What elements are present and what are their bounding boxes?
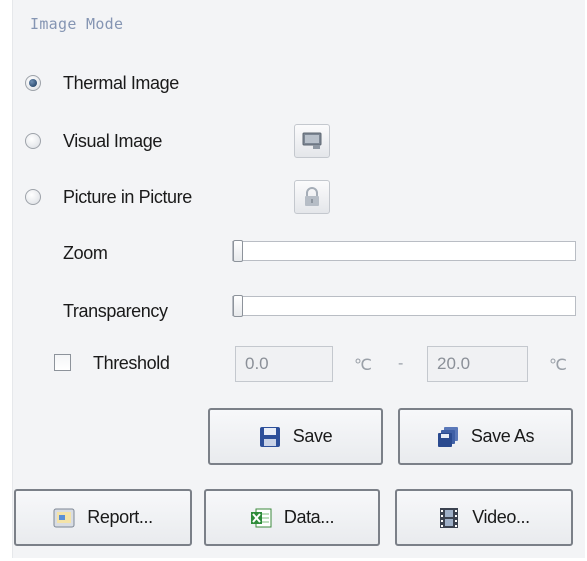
picture-in-picture-settings-button[interactable]	[294, 180, 330, 214]
threshold-label: Threshold	[93, 353, 170, 373]
radio-button[interactable]	[25, 189, 41, 205]
radio-picture-in-picture[interactable]: Picture in Picture	[25, 185, 192, 209]
save-button[interactable]: Save	[208, 408, 383, 465]
group-title: Image Mode	[30, 15, 124, 33]
zoom-label: Zoom	[63, 243, 108, 263]
video-button-label: Video...	[472, 507, 530, 527]
radio-label: Visual Image	[63, 130, 162, 151]
zoom-slider[interactable]	[232, 240, 576, 262]
excel-icon	[250, 508, 272, 527]
report-button-label: Report...	[87, 507, 153, 527]
save-as-button[interactable]: Save As	[398, 408, 573, 465]
radio-label: Thermal Image	[63, 72, 179, 93]
radio-button[interactable]	[25, 133, 41, 149]
radio-thermal-image[interactable]: Thermal Image	[25, 71, 179, 95]
video-button[interactable]: Video...	[395, 489, 573, 546]
data-button[interactable]: Data...	[204, 489, 380, 546]
save-as-button-label: Save As	[470, 426, 535, 446]
zoom-slider-thumb[interactable]	[233, 240, 243, 262]
threshold-min-unit: ℃	[354, 357, 372, 374]
data-button-label: Data...	[283, 507, 335, 527]
threshold-max-unit: ℃	[549, 357, 567, 374]
transparency-label: Transparency	[63, 301, 168, 321]
visual-image-settings-button[interactable]	[294, 124, 330, 158]
save-button-label: Save	[292, 426, 333, 446]
threshold-separator: -	[398, 355, 404, 372]
monitor-icon	[302, 132, 322, 149]
film-strip-icon	[440, 507, 459, 528]
threshold-min-input[interactable]: 0.0	[235, 346, 333, 382]
radio-label: Picture in Picture	[63, 186, 192, 207]
multiple-floppy-icon	[437, 426, 458, 447]
transparency-slider[interactable]	[232, 295, 576, 317]
threshold-max-input[interactable]: 20.0	[427, 346, 528, 382]
report-icon	[53, 508, 75, 527]
transparency-slider-thumb[interactable]	[233, 295, 243, 317]
radio-visual-image[interactable]: Visual Image	[25, 129, 162, 153]
lock-icon	[305, 187, 319, 206]
report-button[interactable]: Report...	[14, 489, 192, 546]
radio-button-checked[interactable]	[25, 75, 41, 91]
threshold-checkbox[interactable]	[54, 354, 71, 371]
floppy-disk-icon	[259, 426, 280, 447]
